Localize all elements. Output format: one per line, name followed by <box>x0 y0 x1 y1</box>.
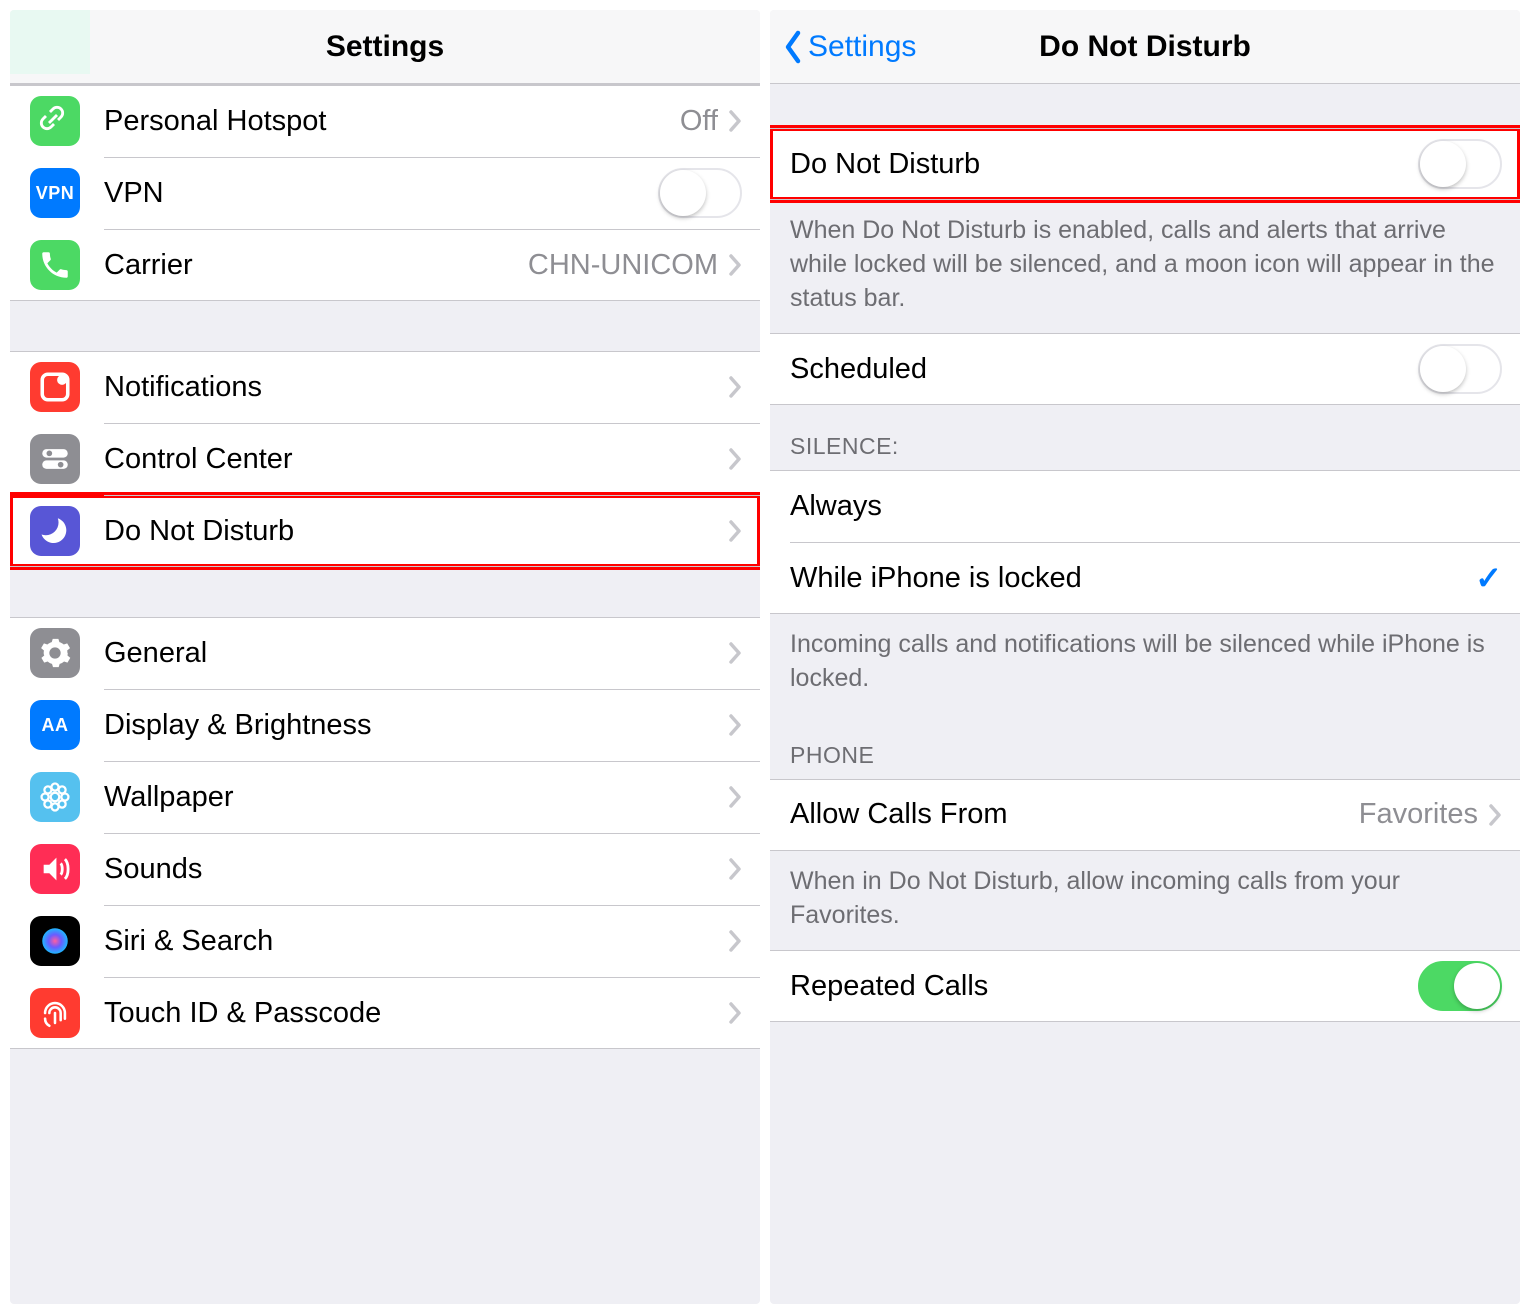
settings-row-notifications[interactable]: Notifications <box>10 351 760 423</box>
carrier-value: CHN-UNICOM <box>528 249 718 282</box>
settings-pane: Settings Personal Hotspot Off VPN VPN Ca… <box>10 10 760 1304</box>
dnd-list: Do Not Disturb When Do Not Disturb is en… <box>770 84 1520 1304</box>
dnd-master-label: Do Not Disturb <box>790 148 1418 181</box>
chevron-right-icon <box>728 375 742 399</box>
chevron-left-icon <box>782 29 804 65</box>
silence-locked-label: While iPhone is locked <box>790 562 1475 595</box>
scheduled-label: Scheduled <box>790 353 1418 386</box>
carrier-label: Carrier <box>104 249 528 282</box>
moon-icon <box>30 506 80 556</box>
section-header: SILENCE: <box>770 405 1520 470</box>
display-icon: AA <box>30 700 80 750</box>
settings-row-do-not-disturb[interactable]: Do Not Disturb <box>10 495 760 567</box>
row-dnd-master[interactable]: Do Not Disturb <box>770 128 1520 200</box>
chevron-right-icon <box>728 929 742 953</box>
display-brightness-label: Display & Brightness <box>104 709 728 742</box>
row-repeated-calls[interactable]: Repeated Calls <box>770 950 1520 1022</box>
settings-row-personal-hotspot[interactable]: Personal Hotspot Off <box>10 85 760 157</box>
chevron-right-icon <box>728 785 742 809</box>
dnd-header: Settings Do Not Disturb <box>770 10 1520 84</box>
notifications-label: Notifications <box>104 371 728 404</box>
dnd-pane: Settings Do Not Disturb Do Not Disturb W… <box>770 10 1520 1304</box>
repeated-calls-toggle[interactable] <box>1418 961 1502 1011</box>
row-silence-always[interactable]: Always <box>770 470 1520 542</box>
fingerprint-icon <box>30 988 80 1038</box>
sounds-icon <box>30 844 80 894</box>
settings-title: Settings <box>10 30 760 64</box>
section-footer: Incoming calls and notifications will be… <box>770 614 1520 714</box>
touchid-passcode-label: Touch ID & Passcode <box>104 997 728 1030</box>
personal-hotspot-value: Off <box>680 105 718 138</box>
section-header: PHONE <box>770 714 1520 779</box>
wallpaper-label: Wallpaper <box>104 781 728 814</box>
control-center-icon <box>30 434 80 484</box>
chevron-right-icon <box>728 713 742 737</box>
settings-row-carrier[interactable]: Carrier CHN-UNICOM <box>10 229 760 301</box>
row-allow-calls-from[interactable]: Allow Calls From Favorites <box>770 779 1520 851</box>
back-label: Settings <box>808 30 916 64</box>
chevron-right-icon <box>728 857 742 881</box>
personal-hotspot-label: Personal Hotspot <box>104 105 680 138</box>
settings-row-vpn[interactable]: VPN VPN <box>10 157 760 229</box>
general-label: General <box>104 637 728 670</box>
row-scheduled[interactable]: Scheduled <box>770 333 1520 405</box>
link-icon <box>30 96 80 146</box>
sounds-label: Sounds <box>104 853 728 886</box>
checkmark-icon: ✓ <box>1475 559 1502 597</box>
vpn-icon: VPN <box>30 168 80 218</box>
silence-always-label: Always <box>790 490 1502 523</box>
settings-row-wallpaper[interactable]: Wallpaper <box>10 761 760 833</box>
gear-icon <box>30 628 80 678</box>
vpn-label: VPN <box>104 177 658 210</box>
repeated-calls-label: Repeated Calls <box>790 970 1418 1003</box>
chevron-right-icon <box>728 447 742 471</box>
settings-row-touchid-passcode[interactable]: Touch ID & Passcode <box>10 977 760 1049</box>
control-center-label: Control Center <box>104 443 728 476</box>
notifications-icon <box>30 362 80 412</box>
row-silence-locked[interactable]: While iPhone is locked ✓ <box>770 542 1520 614</box>
settings-header: Settings <box>10 10 760 84</box>
settings-row-general[interactable]: General <box>10 617 760 689</box>
phone-icon <box>30 240 80 290</box>
settings-row-control-center[interactable]: Control Center <box>10 423 760 495</box>
dnd-master-toggle[interactable] <box>1418 139 1502 189</box>
chevron-right-icon <box>728 641 742 665</box>
section-footer: When Do Not Disturb is enabled, calls an… <box>770 200 1520 333</box>
chevron-right-icon <box>728 519 742 543</box>
settings-list: Personal Hotspot Off VPN VPN Carrier CHN… <box>10 84 760 1304</box>
scheduled-toggle[interactable] <box>1418 344 1502 394</box>
chevron-right-icon <box>728 1001 742 1025</box>
allow-calls-from-value: Favorites <box>1359 798 1478 831</box>
siri-search-label: Siri & Search <box>104 925 728 958</box>
wallpaper-icon <box>30 772 80 822</box>
back-button[interactable]: Settings <box>770 29 916 65</box>
allow-calls-from-label: Allow Calls From <box>790 798 1359 831</box>
settings-row-siri-search[interactable]: Siri & Search <box>10 905 760 977</box>
vpn-toggle[interactable] <box>658 168 742 218</box>
section-footer: When in Do Not Disturb, allow incoming c… <box>770 851 1520 951</box>
do-not-disturb-label: Do Not Disturb <box>104 515 728 548</box>
settings-row-sounds[interactable]: Sounds <box>10 833 760 905</box>
siri-icon <box>30 916 80 966</box>
chevron-right-icon <box>728 109 742 133</box>
chevron-right-icon <box>1488 803 1502 827</box>
settings-row-display-brightness[interactable]: AA Display & Brightness <box>10 689 760 761</box>
chevron-right-icon <box>728 253 742 277</box>
